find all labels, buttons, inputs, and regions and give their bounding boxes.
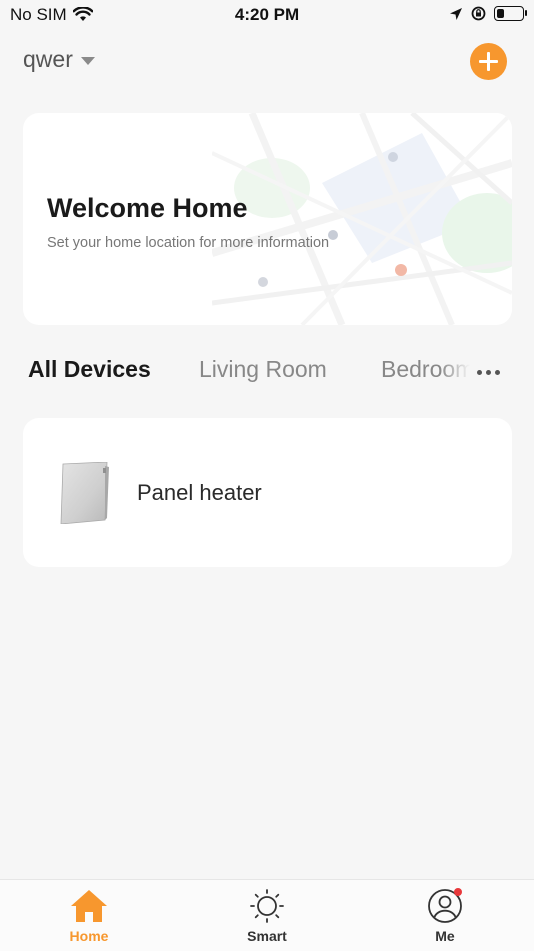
sun-icon [250,889,284,923]
device-card[interactable]: Panel heater [23,418,512,567]
tab-bedroom-clip: Bedroom [381,356,470,383]
tabbar-me-label: Me [435,928,455,944]
add-device-button[interactable] [470,43,507,80]
caret-down-icon [80,56,95,65]
more-dot-icon [485,369,491,375]
map-illustration [212,113,512,325]
tabbar-me[interactable]: Me [405,888,485,944]
panel-heater-icon [60,462,109,524]
tab-living-room[interactable]: Living Room [199,356,327,383]
bottom-tab-bar: Home Smart Me [0,879,534,951]
tabbar-smart[interactable]: Smart [227,888,307,944]
home-name: qwer [23,46,73,72]
battery-level [497,9,504,18]
welcome-title: Welcome Home [47,193,248,223]
welcome-card[interactable]: Welcome Home Set your home location for … [23,113,512,325]
notification-badge [454,888,462,896]
battery-icon [494,6,527,21]
status-bar: No SIM 4:20 PM [0,0,534,32]
user-icon [428,888,462,923]
tab-bedroom[interactable]: Bedroom [381,356,470,382]
device-name: Panel heater [137,480,262,505]
status-icons [449,6,527,21]
more-dot-icon [476,369,482,375]
welcome-subtitle: Set your home location for more informat… [47,235,330,251]
room-tabs: All Devices Living Room Bedroom [0,352,534,392]
tab-all-devices[interactable]: All Devices [28,356,151,383]
more-tabs-button[interactable] [472,352,504,392]
location-arrow-icon [450,7,462,20]
tabbar-home[interactable]: Home [49,888,129,944]
orientation-lock-icon [471,6,486,21]
home-icon [71,890,107,922]
home-selector[interactable]: qwer [23,46,95,73]
more-dot-icon [494,369,500,375]
tabbar-smart-label: Smart [247,928,287,944]
tabbar-home-label: Home [69,928,109,944]
